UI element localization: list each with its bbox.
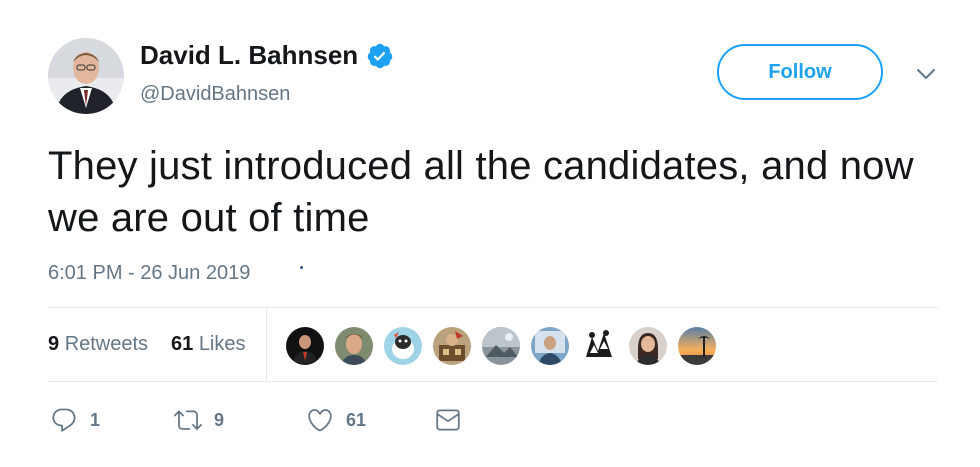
author-avatar[interactable] — [48, 38, 124, 114]
author-name[interactable]: David L. Bahnsen — [140, 40, 394, 71]
heart-icon — [306, 406, 334, 434]
liker-avatar[interactable] — [285, 326, 325, 366]
likes-count: 61 — [171, 333, 194, 355]
author-display-name: David L. Bahnsen — [140, 40, 359, 70]
like-count: 61 — [346, 409, 367, 430]
stats-separator — [266, 308, 267, 381]
liker-avatar[interactable] — [481, 326, 521, 366]
tweet-card: David L. Bahnsen @DavidBahnsen Follow Th… — [0, 0, 980, 467]
liker-avatar[interactable] — [432, 326, 472, 366]
tweet-text: They just introduced all the candidates,… — [48, 144, 914, 240]
retweets-label: Retweets — [64, 333, 149, 355]
stray-dot — [300, 266, 303, 269]
retweet-icon — [174, 406, 202, 434]
likes-stat[interactable]: 61 Likes — [171, 333, 246, 356]
verified-badge-icon — [366, 42, 394, 70]
reply-count: 1 — [90, 409, 101, 430]
divider-top — [48, 307, 938, 308]
liker-avatar[interactable] — [677, 326, 717, 366]
reply-button[interactable]: 1 — [50, 406, 100, 434]
envelope-icon — [434, 406, 462, 434]
divider-bottom — [48, 381, 938, 382]
likes-label: Likes — [198, 333, 246, 355]
liker-avatar[interactable] — [628, 326, 668, 366]
reply-icon — [50, 406, 78, 434]
follow-button[interactable]: Follow — [717, 44, 883, 100]
chevron-down-icon[interactable] — [914, 62, 938, 86]
like-button[interactable]: 61 — [306, 406, 366, 434]
retweets-stat[interactable]: 9 Retweets — [48, 333, 148, 356]
tweet-timestamp[interactable]: 6:01 PM - 26 Jun 2019 — [48, 262, 250, 285]
liker-avatar[interactable] — [579, 326, 619, 366]
author-handle[interactable]: @DavidBahnsen — [140, 83, 290, 106]
retweet-count: 9 — [214, 409, 225, 430]
liker-avatar[interactable] — [334, 326, 374, 366]
retweet-button[interactable]: 9 — [174, 406, 224, 434]
liker-avatars — [285, 326, 717, 366]
direct-message-button[interactable] — [434, 406, 462, 434]
liker-avatar[interactable] — [530, 326, 570, 366]
retweets-count: 9 — [48, 333, 60, 355]
liker-avatar[interactable] — [383, 326, 423, 366]
